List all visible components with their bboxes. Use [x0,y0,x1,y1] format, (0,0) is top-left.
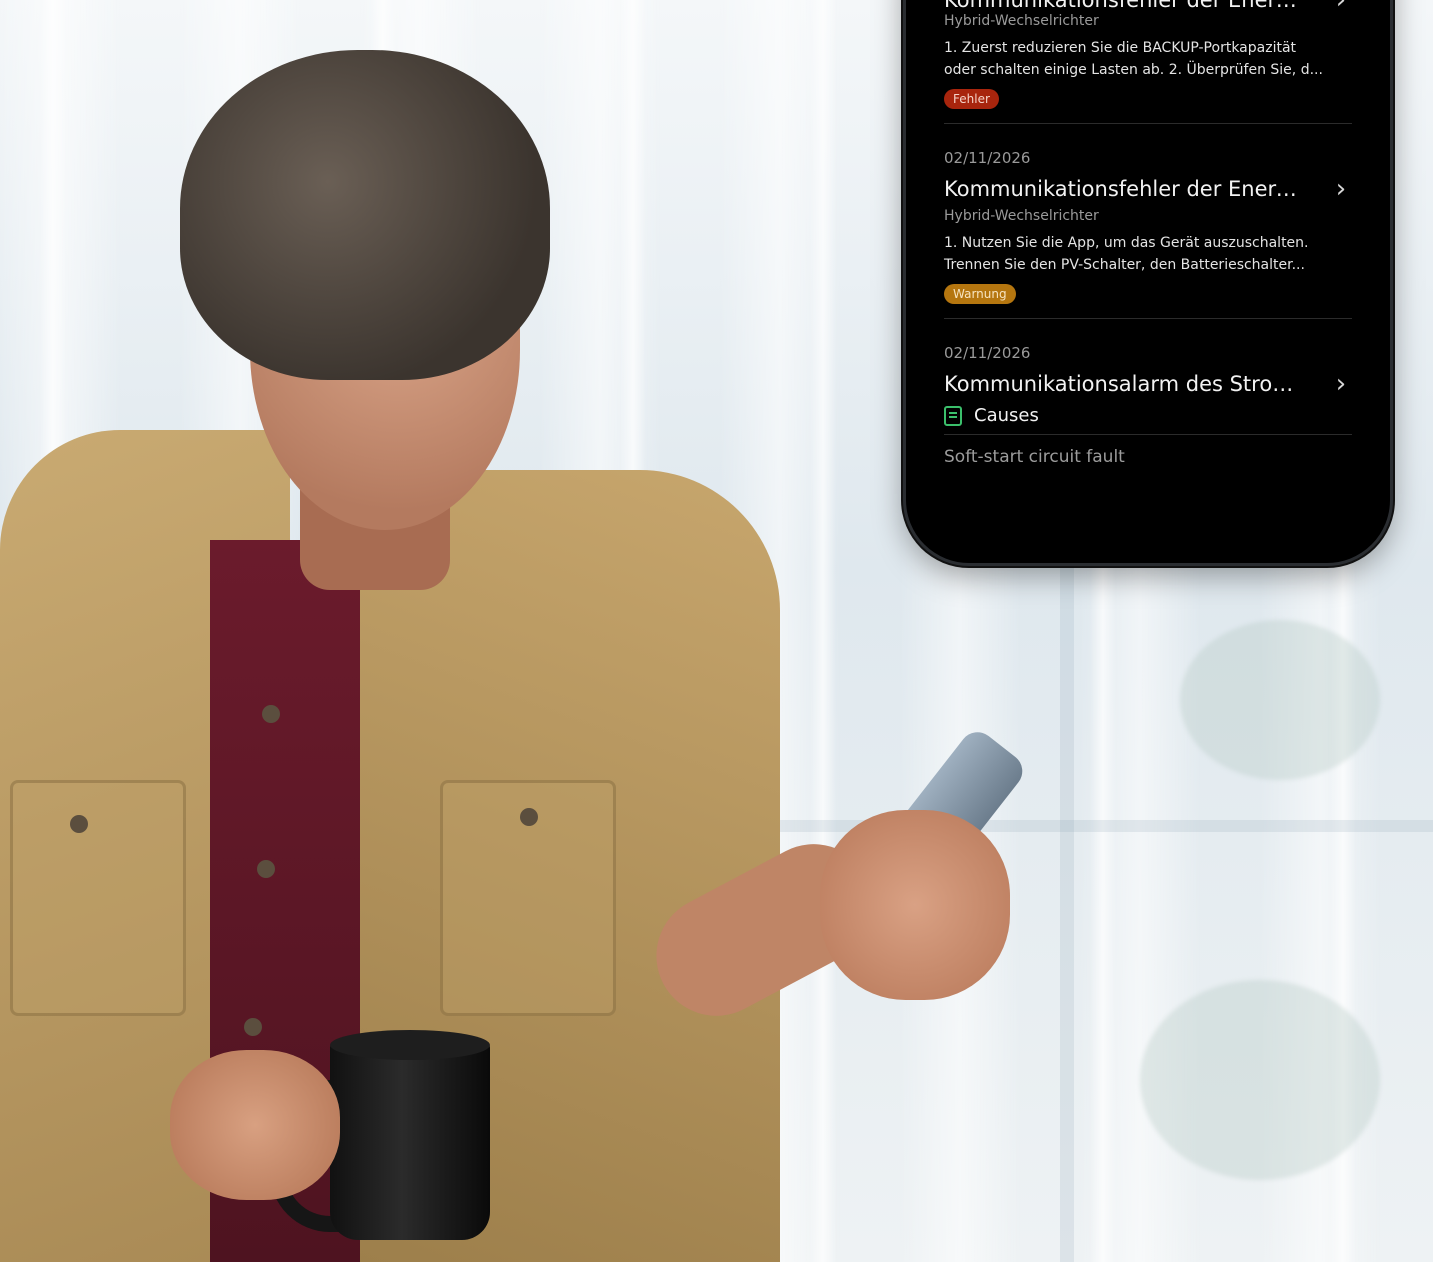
status-badge: Warnung [944,284,1016,304]
chevron-right-icon[interactable]: › [1330,174,1352,204]
alarm-title-row: Kommunikationsalarm des Stromzä... › [944,369,1352,399]
alarm-list: Kommunikationsfehler der Energiespeicher… [944,0,1352,467]
alarm-item[interactable]: 02/11/2026 Kommunikationsfehler der Ener… [944,124,1352,319]
document-icon [944,405,962,426]
coffee-mug [330,1040,490,1240]
chevron-right-icon[interactable]: › [1330,0,1352,15]
mug-rim [330,1030,490,1060]
alarm-date: 02/11/2026 [944,149,1031,167]
alarm-date: 02/11/2026 [944,344,1031,362]
alarm-description-line: 1. Zuerst reduzieren Sie die BACKUP-Port… [944,40,1297,56]
alarm-item[interactable]: Kommunikationsfehler der Energiespeicher… [944,0,1352,124]
causes-label: Causes [974,405,1039,426]
shirt-button [257,860,275,878]
alarm-device: Hybrid-Wechselrichter [944,13,1099,29]
shirt-button [262,705,280,723]
alarm-description-line: oder schalten einige Lasten ab. 2. Überp… [944,62,1323,78]
shirt-button [520,808,538,826]
hand [820,810,1010,1000]
shirt-button [70,815,88,833]
alarm-title: Kommunikationsalarm des Stromzä... [944,372,1309,396]
causes-header: Causes [944,405,1352,426]
chevron-right-icon[interactable]: › [1330,369,1352,399]
alarm-description-line: 1. Nutzen Sie die App, um das Gerät ausz… [944,235,1309,251]
alarm-description: 1. Nutzen Sie die App, um das Gerät ausz… [944,232,1352,276]
alarm-description-line: Trennen Sie den PV-Schalter, den Batteri… [944,257,1305,273]
shirt-button [244,1018,262,1036]
shirt-pocket [10,780,186,1016]
hair [180,50,550,380]
alarm-device: Hybrid-Wechselrichter [944,208,1099,224]
cause-text: Soft-start circuit fault [944,447,1125,467]
alarm-title-row: Kommunikationsfehler der Energies... › [944,174,1352,204]
alarm-item[interactable]: 02/11/2026 Kommunikationsalarm des Strom… [944,319,1352,435]
status-badge: Fehler [944,89,999,109]
alarm-description: 1. Zuerst reduzieren Sie die BACKUP-Port… [944,37,1352,81]
hand [170,1050,340,1200]
alarm-title: Kommunikationsfehler der Energies... [944,177,1309,201]
phone-screen: Kommunikationsfehler der Energiespeicher… [903,0,1393,566]
